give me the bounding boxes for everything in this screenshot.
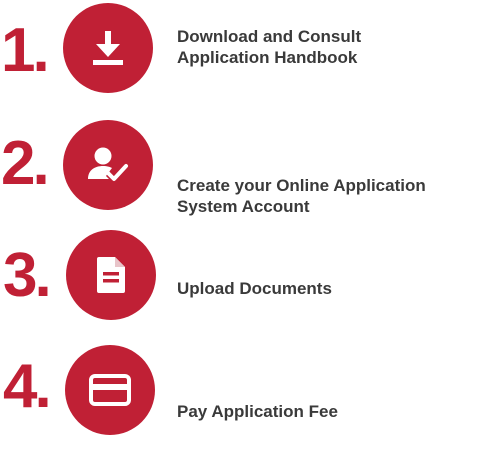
step-create-account: 2. Create your Online Application System…	[0, 112, 501, 216]
step-label-line: Create your Online Application	[177, 176, 426, 195]
step-label-line: Pay Application Fee	[177, 402, 338, 421]
step-number: 2.	[1, 129, 50, 198]
step-icon-circle[interactable]	[66, 230, 156, 320]
step-label[interactable]: Upload Documents	[177, 278, 497, 299]
user-check-icon	[88, 147, 128, 181]
step-number: 1.	[1, 16, 50, 85]
step-icon-circle[interactable]	[65, 345, 155, 435]
document-icon	[97, 257, 125, 293]
credit-card-icon	[89, 374, 131, 406]
step-number: 4.	[3, 352, 52, 421]
step-label-line: System Account	[177, 197, 310, 216]
step-number: 3.	[3, 241, 52, 310]
step-label-line: Download and Consult	[177, 27, 362, 46]
download-icon	[93, 31, 123, 65]
step-icon-circle[interactable]	[63, 3, 153, 93]
step-label[interactable]: Create your Online Application System Ac…	[177, 175, 497, 217]
step-label[interactable]: Download and Consult Application Handboo…	[177, 26, 497, 68]
step-icon-circle[interactable]	[63, 120, 153, 210]
step-pay-fee: 4. Pay Application Fee	[0, 336, 501, 436]
step-label-line: Upload Documents	[177, 279, 332, 298]
step-download-handbook: 1. Download and Consult Application Hand…	[0, 0, 501, 100]
step-label[interactable]: Pay Application Fee	[177, 401, 497, 422]
step-upload-documents: 3. Upload Documents	[0, 224, 501, 324]
step-label-line: Application Handbook	[177, 48, 358, 67]
